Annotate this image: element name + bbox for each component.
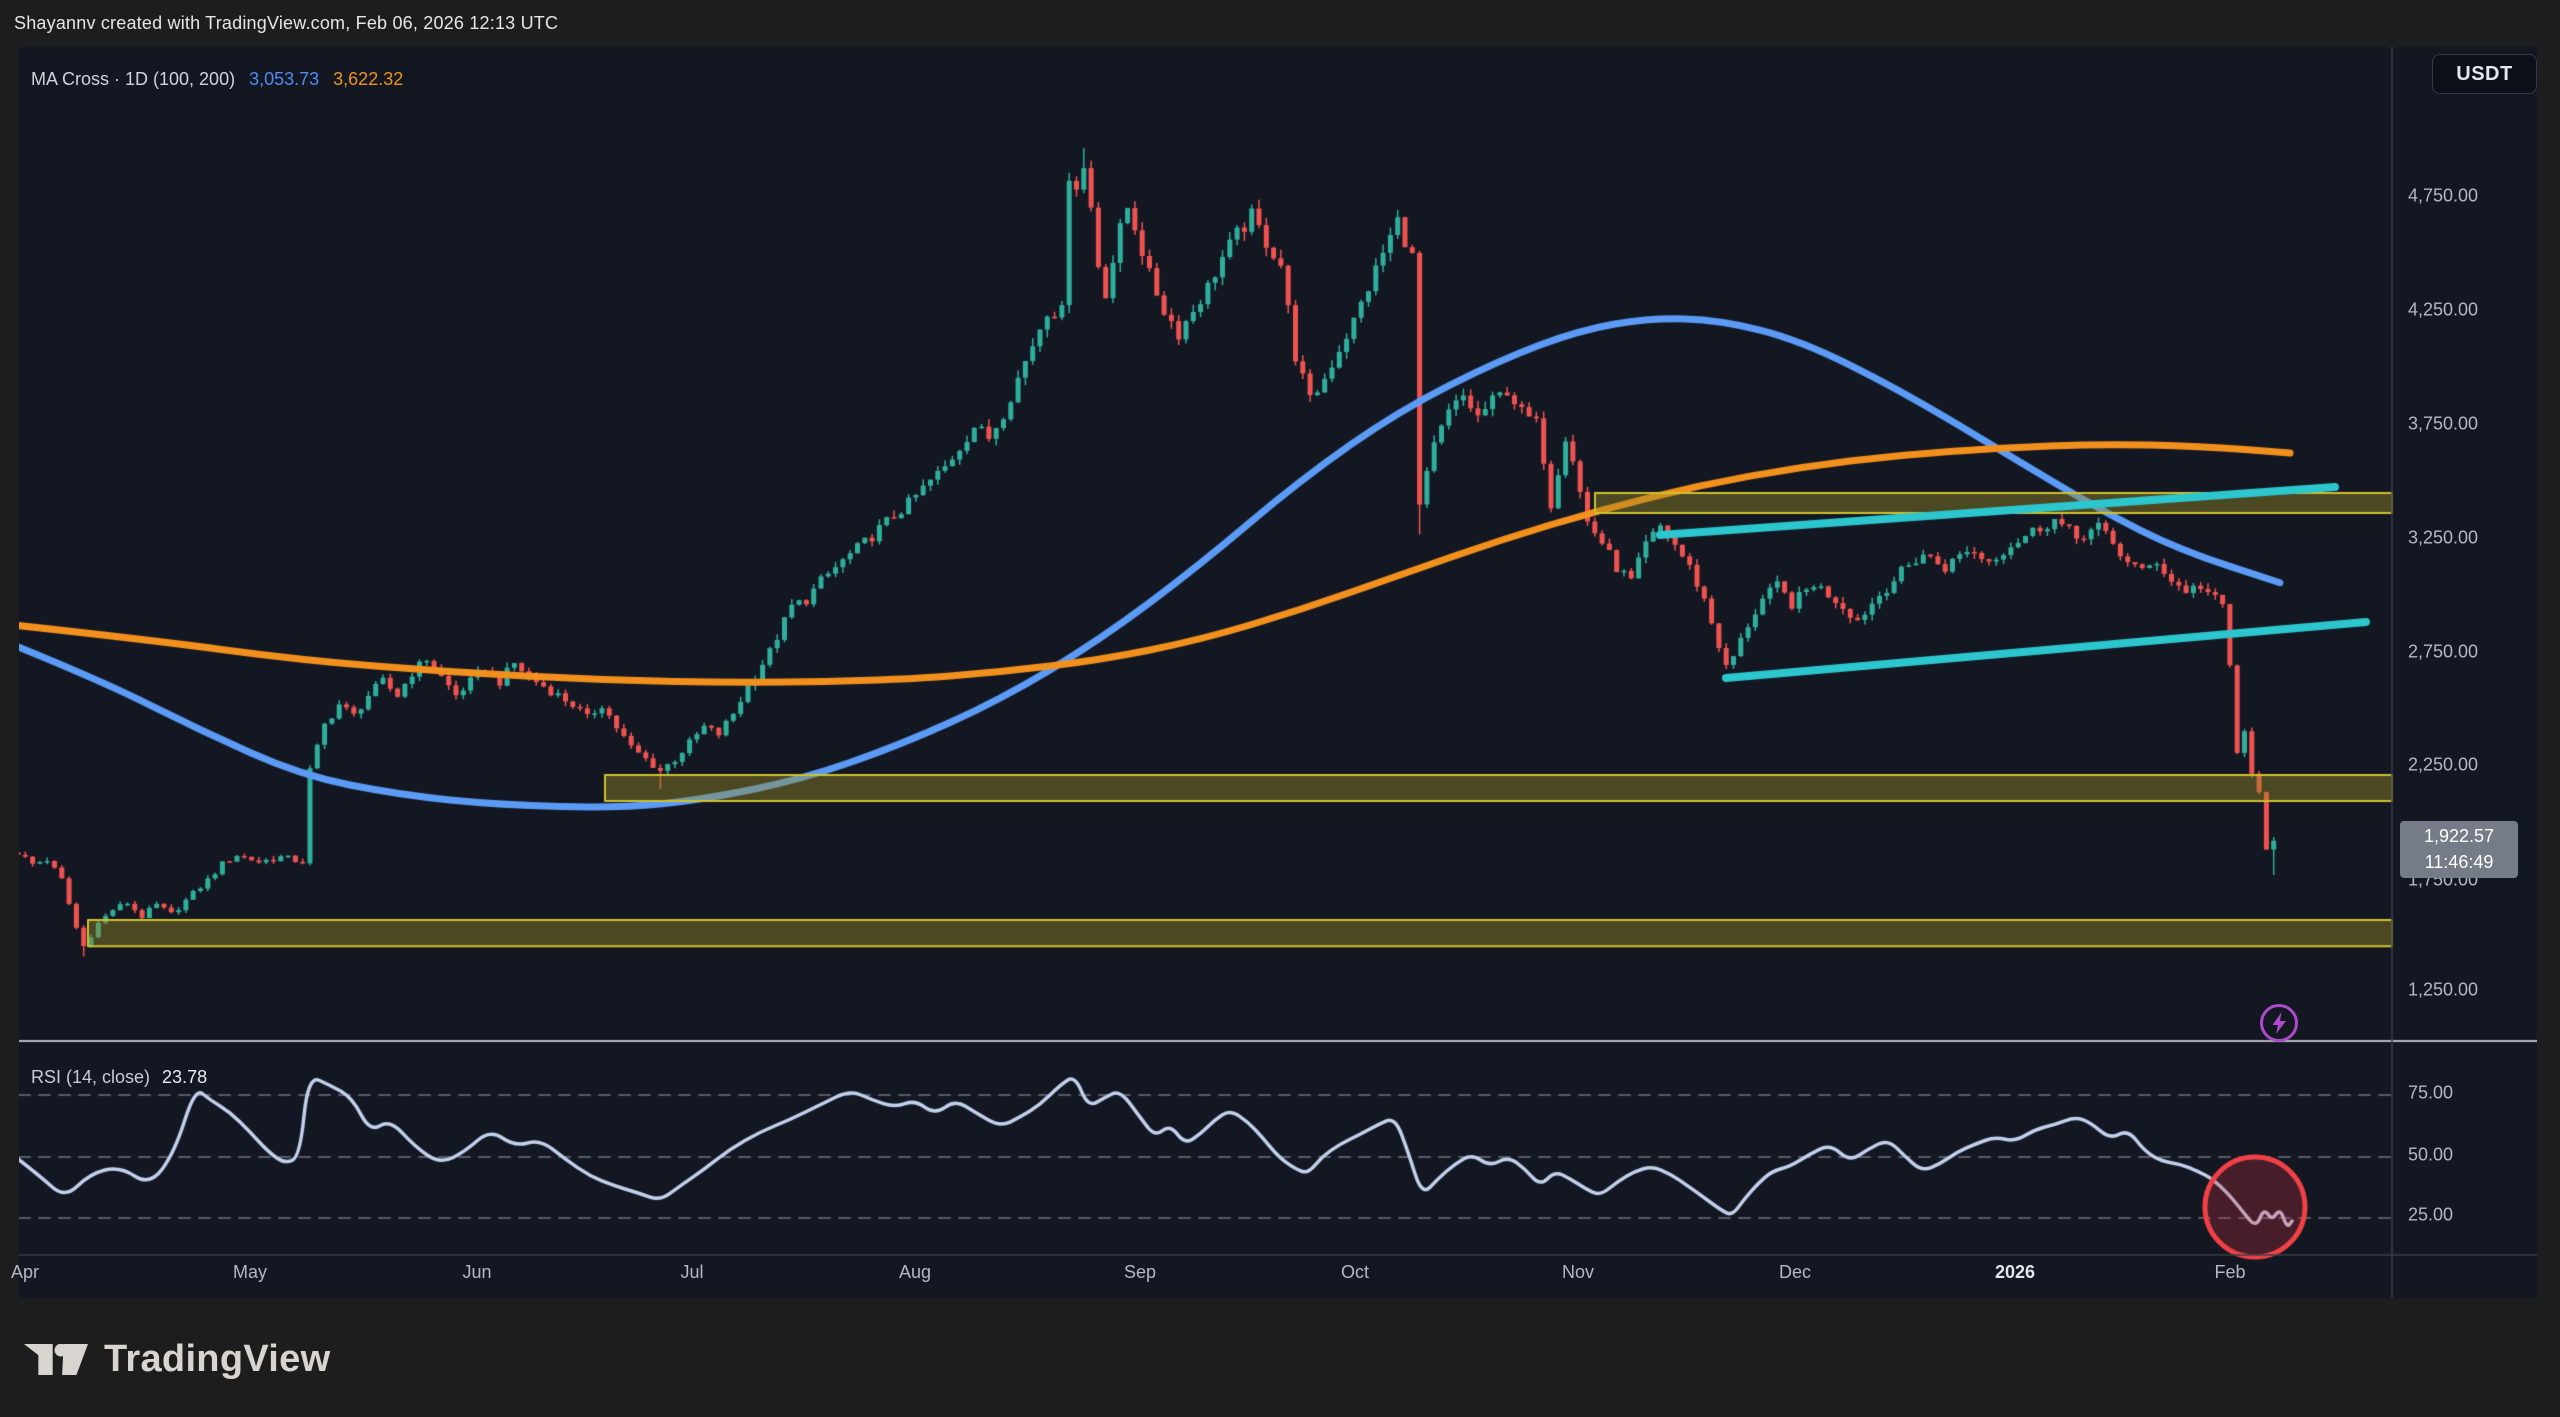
- indicator-legend[interactable]: MA Cross · 1D (100, 200) 3,053.73 3,622.32: [31, 69, 403, 90]
- rsi-tick: 75.00: [2408, 1083, 2453, 1104]
- last-price-value: 1,922.57: [2400, 823, 2518, 849]
- month-tick: May: [233, 1262, 267, 1283]
- month-tick: Nov: [1562, 1262, 1594, 1283]
- rsi-value: 23.78: [162, 1067, 207, 1087]
- rsi-legend[interactable]: RSI (14, close) 23.78: [31, 1067, 207, 1088]
- price-chart-canvas[interactable]: [19, 47, 2560, 1298]
- price-tick: 2,250.00: [2408, 755, 2478, 776]
- footer-bar: TradingView: [0, 1298, 2560, 1417]
- tradingview-logo[interactable]: TradingView: [24, 1338, 330, 1381]
- chart-panel: MA Cross · 1D (100, 200) 3,053.73 3,622.32…: [19, 47, 2537, 1298]
- alert-lightning-icon[interactable]: [2259, 1003, 2299, 1043]
- month-tick: Aug: [899, 1262, 931, 1283]
- price-tick: 1,250.00: [2408, 980, 2478, 1001]
- month-tick: Feb: [2214, 1262, 2245, 1283]
- tradingview-logo-icon: [24, 1344, 88, 1375]
- currency-toggle-button[interactable]: USDT: [2432, 54, 2537, 94]
- month-tick: Sep: [1124, 1262, 1156, 1283]
- rsi-title: RSI (14, close): [31, 1067, 150, 1087]
- scroll-gutter: [2537, 47, 2560, 1298]
- tradingview-chart-page: Shayannv created with TradingView.com, F…: [0, 0, 2560, 1417]
- month-tick: Dec: [1779, 1262, 1811, 1283]
- tradingview-logo-text: TradingView: [104, 1338, 330, 1381]
- attribution-text: Shayannv created with TradingView.com, F…: [14, 13, 558, 34]
- month-tick: 2026: [1995, 1262, 2035, 1283]
- indicator-title: MA Cross · 1D (100, 200): [31, 69, 235, 89]
- price-tick: 3,750.00: [2408, 414, 2478, 435]
- ma200-value: 3,622.32: [333, 69, 403, 89]
- rsi-tick: 25.00: [2408, 1205, 2453, 1226]
- price-tick: 4,250.00: [2408, 300, 2478, 321]
- month-tick: Jul: [680, 1262, 703, 1283]
- month-tick: Apr: [11, 1262, 39, 1283]
- ma100-value: 3,053.73: [249, 69, 319, 89]
- bar-countdown: 11:46:49: [2400, 849, 2518, 875]
- rsi-tick: 50.00: [2408, 1145, 2453, 1166]
- price-tick: 3,250.00: [2408, 528, 2478, 549]
- month-tick: Jun: [462, 1262, 491, 1283]
- last-price-badge: 1,922.57 11:46:49: [2400, 821, 2518, 878]
- price-tick: 2,750.00: [2408, 642, 2478, 663]
- price-tick: 4,750.00: [2408, 186, 2478, 207]
- attribution-bar: Shayannv created with TradingView.com, F…: [0, 0, 2560, 47]
- month-tick: Oct: [1341, 1262, 1369, 1283]
